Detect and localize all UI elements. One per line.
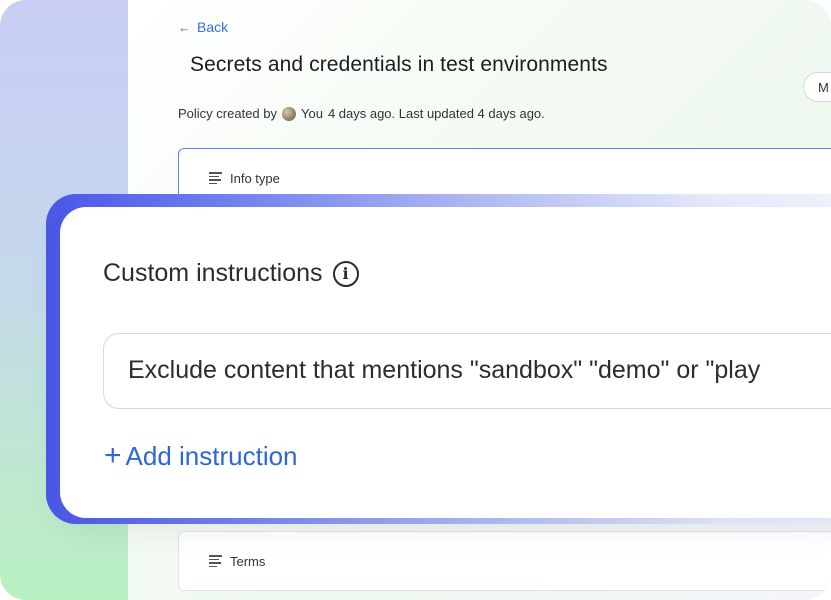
meta-timestamps: 4 days ago. Last updated 4 days ago. bbox=[327, 106, 545, 121]
back-label: Back bbox=[197, 19, 229, 35]
custom-instructions-title: Custom instructions bbox=[103, 259, 323, 287]
custom-instructions-heading: Custom instructions i bbox=[103, 259, 359, 288]
add-instruction-button[interactable]: + Add instruction bbox=[104, 438, 298, 472]
custom-instructions-panel: Custom instructions i Exclude content th… bbox=[60, 207, 831, 518]
more-button[interactable]: M bbox=[803, 72, 831, 102]
info-type-label: Info type bbox=[230, 170, 280, 186]
add-instruction-label: Add instruction bbox=[125, 441, 298, 471]
policy-meta: Policy created by You 4 days ago. Last u… bbox=[178, 106, 545, 121]
terms-label: Terms bbox=[230, 553, 266, 569]
app-frame: ← Back Secrets and credentials in test e… bbox=[0, 0, 831, 600]
plus-icon: + bbox=[104, 438, 122, 472]
arrow-left-icon: ← bbox=[178, 19, 191, 35]
terms-header: Terms bbox=[209, 553, 265, 569]
meta-prefix: Policy created by bbox=[178, 106, 277, 121]
avatar bbox=[282, 106, 296, 121]
meta-author: You bbox=[301, 106, 323, 121]
terms-section[interactable]: Terms bbox=[178, 531, 831, 591]
info-circle-icon[interactable]: i bbox=[332, 260, 359, 287]
info-type-header: Info type bbox=[209, 170, 280, 186]
page-title: Secrets and credentials in test environm… bbox=[190, 53, 608, 76]
text-lines-icon bbox=[209, 553, 222, 569]
instruction-input[interactable]: Exclude content that mentions "sandbox" … bbox=[103, 333, 831, 409]
back-link[interactable]: ← Back bbox=[178, 19, 228, 35]
text-lines-icon bbox=[209, 170, 222, 186]
